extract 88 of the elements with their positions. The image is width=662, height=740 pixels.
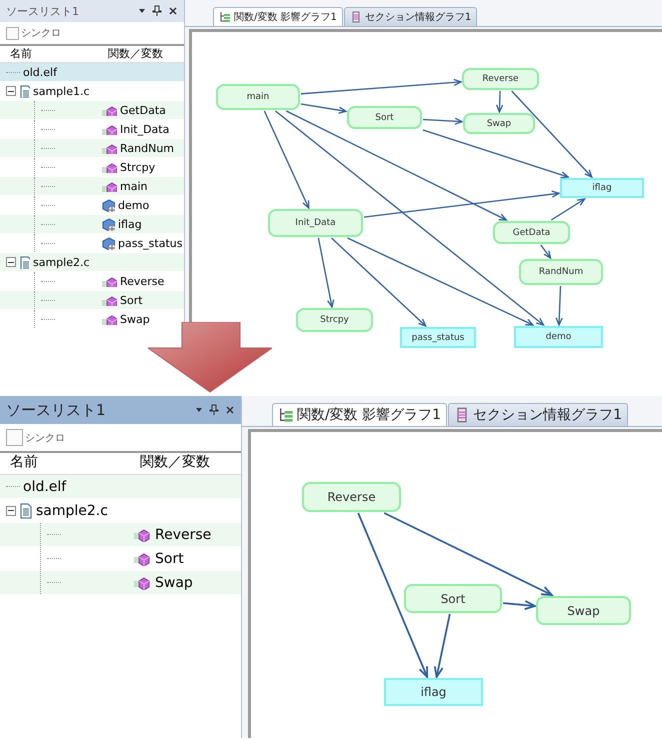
function-icon [102,314,117,324]
tree-row[interactable]: sample2.c [0,253,184,272]
tree-row[interactable]: RandNum [0,139,184,158]
function-node: Reverse [302,482,401,512]
tab[interactable]: セクション情報グラフ1 [448,403,628,426]
tree-row[interactable]: Sort [0,291,184,310]
edge-arrow [556,286,563,327]
item-name: old.elf [23,478,66,494]
edge-arrow [434,614,451,680]
variable-node: iflag [560,178,644,198]
item-name: Sort [120,294,143,306]
item-name: RandNum [120,142,174,154]
tree-row[interactable]: iflag [0,215,184,234]
variable-icon [102,218,115,230]
item-name: sample2.c [33,256,90,268]
tree-row[interactable]: Swap [0,571,241,595]
function-node: Swap [536,596,631,625]
item-name: Init_Data [120,122,170,136]
function-node: Sort [347,106,422,129]
column-header: 名前 [9,453,39,472]
function-node: Swap [463,113,535,134]
item-name: Sort [155,550,184,566]
item-name: pass_status [118,236,182,250]
sync-label: シンクロ [25,432,65,444]
close-icon[interactable] [225,405,235,415]
tree-row[interactable]: old.elf [0,63,184,82]
function-node: main [216,84,300,110]
function-icon [102,124,117,134]
item-name: GetData [120,104,166,116]
tab[interactable]: 関数/変数 影響グラフ1 [272,403,448,426]
collapse-toggle[interactable] [6,86,16,96]
item-name: Reverse [120,274,164,288]
pin-icon[interactable] [209,404,219,416]
tree-row[interactable]: Reverse [0,523,241,547]
collapse-toggle[interactable] [6,506,16,516]
function-node: Reverse [462,68,539,90]
item-name: main [120,180,148,192]
panel-title: ソースリスト1 [6,4,80,18]
item-name: sample2.c [36,502,108,518]
sync-checkbox[interactable] [6,26,19,40]
tab[interactable]: 関数/変数 影響グラフ1 [213,7,343,26]
function-node: Init_Data [268,209,363,237]
function-icon [102,104,117,116]
column-header: 関数／変数 [139,453,211,472]
function-icon [102,276,117,286]
sync-checkbox[interactable] [6,429,23,446]
item-name: Strcpy [120,160,156,174]
item-name: Swap [155,574,193,590]
function-icon [102,162,117,172]
edge-arrow [502,600,538,610]
function-icon [134,528,152,542]
tree-icon [278,407,294,423]
function-icon [102,142,117,154]
variable-node: demo [514,326,603,348]
variable-node: iflag [384,678,483,706]
file-icon [19,502,33,518]
collapse-toggle[interactable] [6,257,16,267]
item-name: demo [118,198,150,212]
item-name: sample1.c [33,84,90,98]
function-node: RandNum [519,259,603,285]
stacked-blocks-icon [350,11,362,23]
file-icon [19,84,30,98]
function-icon [102,180,117,192]
file-icon [19,256,30,268]
tree-row[interactable]: main [0,177,184,196]
tree-row[interactable]: GetData [0,101,184,120]
variable-icon [102,236,115,250]
tab[interactable]: セクション情報グラフ1 [344,7,478,26]
item-name: iflag [118,218,142,230]
column-header: 関数／変数 [107,46,164,62]
close-icon[interactable] [168,6,178,16]
function-icon [134,576,152,590]
item-name: Swap [120,312,150,326]
pin-icon[interactable] [152,5,162,17]
sync-label: シンクロ [21,27,61,40]
tree-row[interactable]: old.elf [0,475,241,499]
tree-icon [219,11,231,23]
item-name: Reverse [155,526,212,542]
variable-node: pass_status [400,327,476,348]
panel-title: ソースリスト1 [6,400,107,420]
function-node: GetData [493,221,570,244]
column-header: 名前 [9,46,33,62]
variable-icon [102,198,115,212]
function-node: Strcpy [296,308,373,332]
item-name: old.elf [23,66,57,78]
function-node: Sort [404,584,502,613]
function-icon [102,294,117,306]
function-icon [134,552,152,566]
